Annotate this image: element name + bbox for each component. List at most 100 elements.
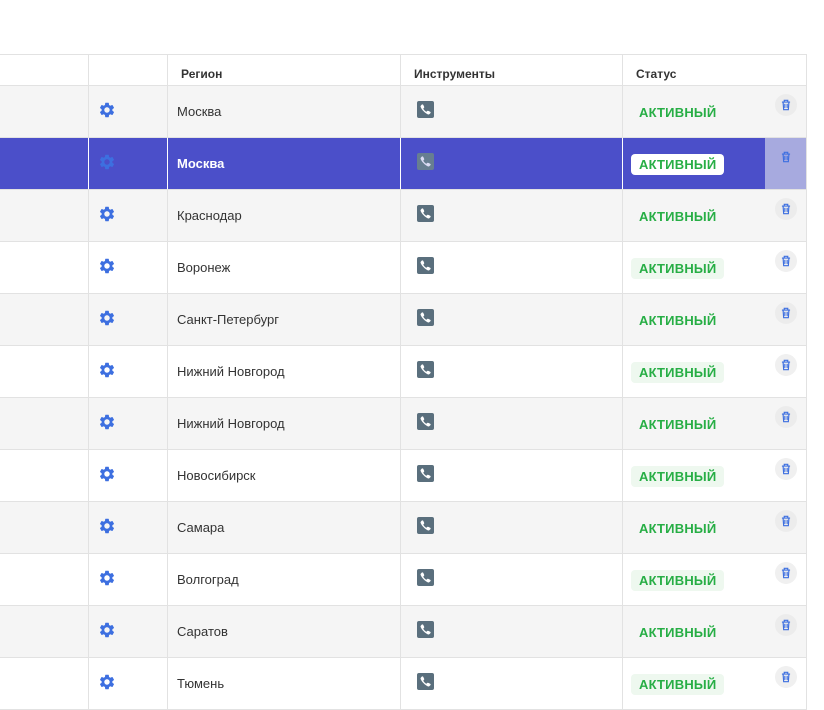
phone-icon[interactable] (417, 205, 434, 222)
phone-icon[interactable] (417, 673, 434, 690)
status-badge: АКТИВНЫЙ (631, 570, 725, 591)
status-badge: АКТИВНЫЙ (639, 417, 717, 432)
status-badge: АКТИВНЫЙ (631, 258, 725, 279)
delete-button[interactable] (765, 505, 806, 551)
phone-icon[interactable] (417, 361, 434, 378)
gear-icon[interactable] (98, 205, 116, 223)
table-row[interactable]: Нижний Новгород АКТИВНЫЙ (0, 398, 806, 450)
table-row[interactable]: Нижний Новгород АКТИВНЫЙ (0, 346, 806, 398)
row-blank-cell (0, 86, 89, 137)
table-row[interactable]: Москва АКТИВНЫЙ (0, 138, 806, 190)
header-tools-label: Инструменты (414, 67, 496, 81)
trash-icon[interactable] (775, 146, 797, 168)
row-status-cell: АКТИВНЫЙ (623, 138, 806, 189)
gear-icon[interactable] (98, 309, 116, 327)
header-cell-status[interactable]: Статус (623, 55, 806, 85)
delete-button[interactable] (765, 401, 806, 447)
gear-icon[interactable] (98, 621, 116, 639)
table-row[interactable]: Тюмень АКТИВНЫЙ (0, 658, 806, 710)
trash-icon[interactable] (774, 562, 797, 584)
table-row[interactable]: Самара АКТИВНЫЙ (0, 502, 806, 554)
row-settings-cell (89, 138, 168, 189)
trash-icon[interactable] (774, 510, 797, 532)
delete-button[interactable] (765, 193, 806, 239)
phone-icon[interactable] (417, 257, 434, 274)
phone-icon[interactable] (417, 101, 434, 118)
row-blank-cell (0, 606, 89, 657)
trash-icon[interactable] (774, 302, 797, 324)
row-region-cell: Нижний Новгород (168, 398, 401, 449)
region-name: Санкт-Петербург (177, 312, 279, 327)
table-row[interactable]: Воронеж АКТИВНЫЙ (0, 242, 806, 294)
delete-button[interactable] (765, 89, 806, 135)
delete-button[interactable] (765, 138, 806, 189)
trash-icon[interactable] (774, 458, 797, 480)
phone-icon[interactable] (417, 309, 434, 326)
phone-icon[interactable] (417, 569, 434, 586)
trash-icon[interactable] (774, 354, 797, 376)
gear-icon[interactable] (98, 101, 116, 119)
phone-icon[interactable] (417, 413, 434, 430)
phone-icon[interactable] (417, 517, 434, 534)
gear-icon[interactable] (98, 361, 116, 379)
row-region-cell: Воронеж (168, 242, 401, 293)
trash-icon[interactable] (774, 406, 797, 428)
row-status-cell: АКТИВНЫЙ (623, 450, 806, 501)
region-name: Воронеж (177, 260, 231, 275)
row-settings-cell (89, 606, 168, 657)
row-status-cell: АКТИВНЫЙ (623, 606, 806, 657)
gear-icon[interactable] (98, 465, 116, 483)
row-status-cell: АКТИВНЫЙ (623, 294, 806, 345)
phone-icon[interactable] (417, 621, 434, 638)
row-region-cell: Новосибирск (168, 450, 401, 501)
delete-button[interactable] (765, 349, 806, 395)
gear-icon[interactable] (98, 413, 116, 431)
delete-button[interactable] (765, 661, 806, 707)
region-name: Самара (177, 520, 225, 535)
delete-button[interactable] (765, 297, 806, 343)
row-tools-cell (401, 398, 623, 449)
table-row[interactable]: Краснодар АКТИВНЫЙ (0, 190, 806, 242)
delete-button[interactable] (765, 609, 806, 655)
row-blank-cell (0, 294, 89, 345)
row-blank-cell (0, 190, 89, 241)
status-badge: АКТИВНЫЙ (639, 625, 717, 640)
row-blank-cell (0, 502, 89, 553)
gear-icon[interactable] (98, 153, 116, 171)
trash-icon[interactable] (774, 614, 797, 636)
row-tools-cell (401, 242, 623, 293)
gear-icon[interactable] (98, 257, 116, 275)
phone-icon[interactable] (417, 465, 434, 482)
trash-icon[interactable] (774, 198, 797, 220)
table-row[interactable]: Москва АКТИВНЫЙ (0, 86, 806, 138)
delete-button[interactable] (765, 557, 806, 603)
gear-icon[interactable] (98, 569, 116, 587)
row-status-cell: АКТИВНЫЙ (623, 346, 806, 397)
row-tools-cell (401, 346, 623, 397)
table-row[interactable]: Санкт-Петербург АКТИВНЫЙ (0, 294, 806, 346)
status-badge: АКТИВНЫЙ (631, 362, 725, 383)
row-status-cell: АКТИВНЫЙ (623, 242, 806, 293)
header-cell-region[interactable]: Регион (168, 55, 401, 85)
row-blank-cell (0, 242, 89, 293)
region-name: Нижний Новгород (177, 416, 285, 431)
row-blank-cell (0, 398, 89, 449)
row-region-cell: Москва (168, 138, 401, 189)
row-status-cell: АКТИВНЫЙ (623, 86, 806, 137)
row-region-cell: Краснодар (168, 190, 401, 241)
trash-icon[interactable] (774, 250, 797, 272)
row-tools-cell (401, 190, 623, 241)
phone-icon[interactable] (417, 153, 434, 170)
table-row[interactable]: Новосибирск АКТИВНЫЙ (0, 450, 806, 502)
row-status-cell: АКТИВНЫЙ (623, 398, 806, 449)
gear-icon[interactable] (98, 517, 116, 535)
table-row[interactable]: Саратов АКТИВНЫЙ (0, 606, 806, 658)
row-tools-cell (401, 294, 623, 345)
header-cell-tools[interactable]: Инструменты (401, 55, 623, 85)
delete-button[interactable] (765, 245, 806, 291)
trash-icon[interactable] (774, 94, 797, 116)
gear-icon[interactable] (98, 673, 116, 691)
table-row[interactable]: Волгоград АКТИВНЫЙ (0, 554, 806, 606)
row-blank-cell (0, 346, 89, 397)
delete-button[interactable] (765, 453, 806, 499)
